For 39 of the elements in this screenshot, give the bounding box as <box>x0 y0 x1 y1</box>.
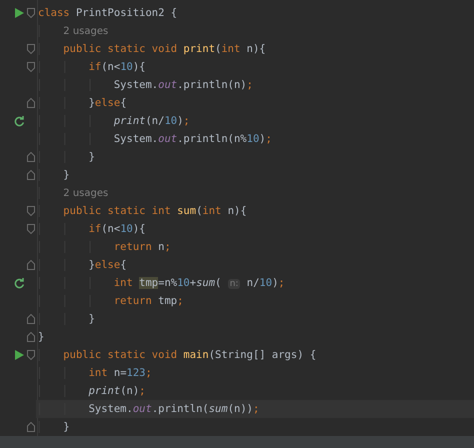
code-line: System.out.println(n%10); <box>38 130 272 148</box>
code-line: } <box>38 418 70 436</box>
code-line: } <box>38 148 95 166</box>
code-line: return n; <box>38 238 171 256</box>
code-line: } <box>38 166 70 184</box>
fold-end-icon[interactable] <box>27 170 35 180</box>
code-line: } <box>38 330 44 345</box>
code-line: }else{ <box>38 256 127 274</box>
code-line: print(n/10); <box>38 112 190 130</box>
fold-icon[interactable] <box>27 44 35 54</box>
fold-end-icon[interactable] <box>27 422 35 432</box>
code-line: return tmp; <box>38 292 184 310</box>
code-line: System.out.println(sum(n)); <box>38 400 260 418</box>
code-line: print(n); <box>38 382 146 400</box>
fold-icon[interactable] <box>27 224 35 234</box>
usages-hint[interactable]: 2 usages <box>38 184 108 202</box>
code-line: if(n<10){ <box>38 58 146 76</box>
code-line: public static void print(int n){ <box>38 40 266 58</box>
code-line: }else{ <box>38 94 127 112</box>
code-line: int n=123; <box>38 364 152 382</box>
fold-end-icon[interactable] <box>27 332 35 342</box>
code-line: int tmp=n%10+sum( n: n/10); <box>38 274 285 292</box>
fold-icon[interactable] <box>27 62 35 72</box>
code-line: class PrintPosition2 { <box>38 6 178 21</box>
fold-icon[interactable] <box>27 206 35 216</box>
fold-end-icon[interactable] <box>27 98 35 108</box>
code-line: if(n<10){ <box>38 220 146 238</box>
code-line: public static int sum(int n){ <box>38 202 247 220</box>
fold-end-icon[interactable] <box>27 314 35 324</box>
run-icon[interactable] <box>14 350 24 360</box>
code-line: public static void main(String[] args) { <box>38 346 316 364</box>
code-line: System.out.println(n); <box>38 76 253 94</box>
fold-end-icon[interactable] <box>27 260 35 270</box>
fold-icon[interactable] <box>27 350 35 360</box>
usages-hint[interactable]: 2 usages <box>38 22 108 40</box>
fold-icon[interactable] <box>27 8 35 18</box>
code-line: } <box>38 310 95 328</box>
run-icon[interactable] <box>14 8 24 18</box>
fold-end-icon[interactable] <box>27 152 35 162</box>
